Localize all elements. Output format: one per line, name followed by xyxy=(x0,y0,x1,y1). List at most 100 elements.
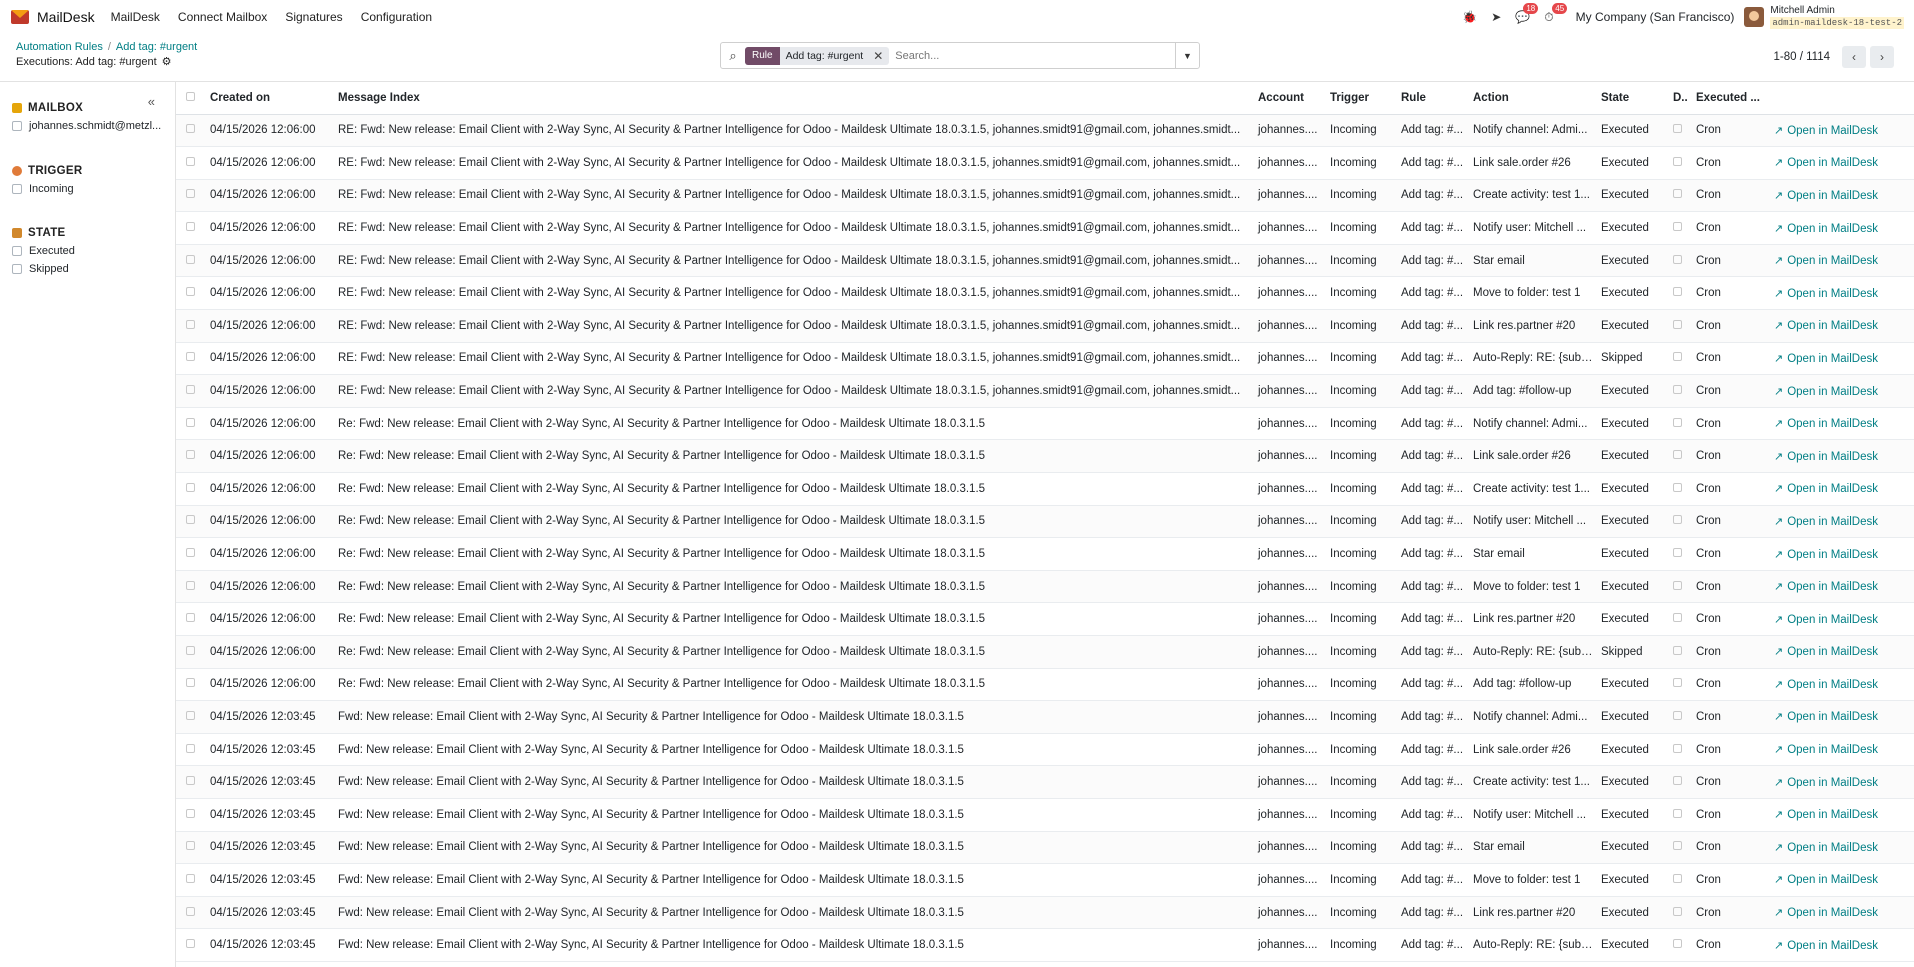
open-in-maildesk-button[interactable]: ↗ Open in MailDesk xyxy=(1770,863,1904,897)
filter-item[interactable]: Skipped xyxy=(12,263,172,275)
open-in-maildesk-button[interactable]: ↗ Open in MailDesk xyxy=(1770,179,1904,213)
row-checkbox[interactable] xyxy=(176,439,206,474)
row-flag-checkbox[interactable] xyxy=(1673,873,1682,883)
row-flag-checkbox[interactable] xyxy=(1673,156,1682,166)
open-in-maildesk-button[interactable]: ↗ Open in MailDesk xyxy=(1770,309,1904,343)
open-in-maildesk-button[interactable]: ↗ Open in MailDesk xyxy=(1770,211,1904,245)
bug-icon[interactable]: 🐞 xyxy=(1462,10,1477,24)
facet-remove-icon[interactable]: ✕ xyxy=(869,49,889,63)
open-in-maildesk-button[interactable]: ↗ Open in MailDesk xyxy=(1770,733,1904,767)
table-row[interactable]: 04/15/2026 12:06:00 Re: Fwd: New release:… xyxy=(176,635,1914,669)
row-checkbox[interactable] xyxy=(176,309,206,343)
column-account[interactable]: Account xyxy=(1254,82,1326,115)
menu-connect-mailbox[interactable]: Connect Mailbox xyxy=(178,10,267,24)
row-flag-checkbox[interactable] xyxy=(1673,841,1682,851)
open-in-maildesk-button[interactable]: ↗ Open in MailDesk xyxy=(1770,244,1904,278)
open-in-maildesk-button[interactable]: ↗ Open in MailDesk xyxy=(1770,700,1904,734)
open-in-maildesk-button[interactable]: ↗ Open in MailDesk xyxy=(1770,374,1904,408)
row-flag-checkbox[interactable] xyxy=(1673,939,1682,949)
open-in-maildesk-button[interactable]: ↗ Open in MailDesk xyxy=(1770,765,1904,799)
open-in-maildesk-button[interactable]: ↗ Open in MailDesk xyxy=(1770,537,1904,571)
column-executed[interactable]: Executed ... xyxy=(1692,82,1770,115)
table-row[interactable]: 04/15/2026 12:06:00 Re: Fwd: New release:… xyxy=(176,505,1914,539)
user-menu[interactable]: Mitchell Admin admin-maildesk-18-test-2 xyxy=(1770,5,1904,29)
row-flag-checkbox[interactable] xyxy=(1673,352,1682,362)
select-all-checkbox[interactable] xyxy=(176,82,206,115)
row-flag-checkbox[interactable] xyxy=(1673,710,1682,720)
row-checkbox[interactable] xyxy=(176,114,206,148)
row-checkbox[interactable] xyxy=(176,798,206,832)
row-checkbox[interactable] xyxy=(176,570,206,604)
row-flag-checkbox[interactable] xyxy=(1673,189,1682,199)
open-in-maildesk-button[interactable]: ↗ Open in MailDesk xyxy=(1770,146,1904,180)
app-brand[interactable]: MailDesk xyxy=(11,9,95,25)
row-flag-checkbox[interactable] xyxy=(1673,450,1682,460)
row-flag-checkbox[interactable] xyxy=(1673,678,1682,688)
pager-previous-button[interactable]: ‹ xyxy=(1842,46,1866,68)
row-flag-checkbox[interactable] xyxy=(1673,613,1682,623)
column-action[interactable]: Action xyxy=(1469,82,1597,115)
column-settings-icon[interactable]: ⇄ xyxy=(1904,82,1914,115)
table-row[interactable]: 04/15/2026 12:06:00 RE: Fwd: New release:… xyxy=(176,309,1914,343)
breadcrumb-rule[interactable]: Add tag: #urgent xyxy=(116,41,197,53)
column-rule[interactable]: Rule xyxy=(1397,82,1469,115)
chat-icon[interactable]: 💬 18 xyxy=(1515,3,1539,24)
table-row[interactable]: 04/15/2026 12:06:00 RE: Fwd: New release:… xyxy=(176,211,1914,245)
table-row[interactable]: 04/15/2026 12:06:00 Re: Fwd: New release:… xyxy=(176,668,1914,702)
table-row[interactable]: 04/15/2026 12:06:00 Re: Fwd: New release:… xyxy=(176,537,1914,571)
row-flag-checkbox[interactable] xyxy=(1673,124,1682,134)
open-in-maildesk-button[interactable]: ↗ Open in MailDesk xyxy=(1770,342,1904,376)
company-switcher[interactable]: My Company (San Francisco) xyxy=(1576,10,1735,24)
open-in-maildesk-button[interactable]: ↗ Open in MailDesk xyxy=(1770,570,1904,604)
open-in-maildesk-button[interactable]: ↗ Open in MailDesk xyxy=(1770,798,1904,832)
table-row[interactable]: 04/15/2026 12:03:45 Fwd: New release: Ema… xyxy=(176,700,1914,734)
row-checkbox[interactable] xyxy=(176,472,206,506)
row-checkbox[interactable] xyxy=(176,733,206,767)
menu-maildesk[interactable]: MailDesk xyxy=(111,10,160,24)
row-checkbox[interactable] xyxy=(176,537,206,571)
column-message-index[interactable]: Message Index xyxy=(334,82,1254,115)
pager-next-button[interactable]: › xyxy=(1870,46,1894,68)
table-row[interactable]: 04/15/2026 12:06:00 Re: Fwd: New release:… xyxy=(176,472,1914,506)
row-flag-checkbox[interactable] xyxy=(1673,385,1682,395)
row-flag-checkbox[interactable] xyxy=(1673,808,1682,818)
row-flag-checkbox[interactable] xyxy=(1673,743,1682,753)
filter-checkbox[interactable] xyxy=(12,184,22,194)
filter-checkbox[interactable] xyxy=(12,264,22,274)
table-row[interactable]: 04/15/2026 12:03:45 Fwd: New release: Ema… xyxy=(176,896,1914,930)
open-in-maildesk-button[interactable]: ↗ Open in MailDesk xyxy=(1770,439,1904,474)
column-d[interactable]: D.. xyxy=(1669,82,1692,115)
row-checkbox[interactable] xyxy=(176,602,206,636)
row-checkbox[interactable] xyxy=(176,342,206,376)
row-checkbox[interactable] xyxy=(176,374,206,408)
row-checkbox[interactable] xyxy=(176,211,206,245)
search-options-toggle[interactable]: ▼ xyxy=(1175,43,1199,68)
menu-signatures[interactable]: Signatures xyxy=(285,10,342,24)
row-checkbox[interactable] xyxy=(176,505,206,539)
table-row[interactable]: 04/15/2026 12:06:00 RE: Fwd: New release:… xyxy=(176,179,1914,213)
filter-item[interactable]: johannes.schmidt@metzl... xyxy=(12,120,172,132)
pager-value[interactable]: 1-80 / 1114 xyxy=(1774,51,1830,63)
table-row[interactable]: 04/15/2026 12:06:00 Re: Fwd: New release:… xyxy=(176,602,1914,636)
table-row[interactable]: 04/15/2026 12:06:00 RE: Fwd: New release:… xyxy=(176,146,1914,180)
row-checkbox[interactable] xyxy=(176,276,206,311)
row-checkbox[interactable] xyxy=(176,635,206,669)
row-checkbox[interactable] xyxy=(176,831,206,865)
row-flag-checkbox[interactable] xyxy=(1673,254,1682,264)
row-flag-checkbox[interactable] xyxy=(1673,417,1682,427)
filter-item[interactable]: Incoming xyxy=(12,183,172,195)
column-state[interactable]: State xyxy=(1597,82,1669,115)
table-row[interactable]: 04/15/2026 12:06:00 Re: Fwd: New release:… xyxy=(176,407,1914,441)
open-in-maildesk-button[interactable]: ↗ Open in MailDesk xyxy=(1770,635,1904,669)
breadcrumb-automation-rules[interactable]: Automation Rules xyxy=(16,41,103,53)
open-in-maildesk-button[interactable]: ↗ Open in MailDesk xyxy=(1770,602,1904,636)
open-in-maildesk-button[interactable]: ↗ Open in MailDesk xyxy=(1770,831,1904,865)
table-row[interactable]: 04/15/2026 12:03:45 Fwd: New release: Ema… xyxy=(176,928,1914,962)
open-in-maildesk-button[interactable]: ↗ Open in MailDesk xyxy=(1770,472,1904,506)
table-row[interactable]: 04/15/2026 12:03:45 Fwd: New release: Ema… xyxy=(176,798,1914,832)
table-row[interactable]: 04/15/2026 12:03:45 Fwd: New release: Ema… xyxy=(176,863,1914,897)
open-in-maildesk-button[interactable]: ↗ Open in MailDesk xyxy=(1770,928,1904,962)
open-in-maildesk-button[interactable]: ↗ Open in MailDesk xyxy=(1770,896,1904,930)
table-row[interactable]: 04/15/2026 12:06:00 RE: Fwd: New release:… xyxy=(176,276,1914,311)
row-flag-checkbox[interactable] xyxy=(1673,906,1682,916)
